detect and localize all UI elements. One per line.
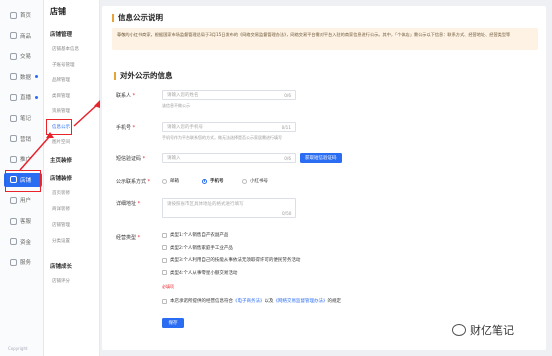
service-icon — [10, 217, 17, 225]
phone-input[interactable]: 请输入您的手机号 0/11 — [162, 122, 296, 132]
save-button[interactable]: 保存 — [162, 318, 184, 328]
menu-item[interactable]: 子账号管理 — [52, 62, 75, 68]
business-type-option[interactable]: 类型3:个人利用自己的技能从事依法无须取得许可的便民劳务活动 — [162, 257, 300, 263]
public-contact-option[interactable]: 邮箱 — [162, 178, 179, 184]
menu-item[interactable]: 店铺基本信息 — [52, 46, 79, 52]
contact-label: 联系人 * — [116, 93, 136, 99]
contact-hint: 该信息不做公示 — [162, 103, 190, 108]
copyright-text: Copyright — [8, 346, 28, 351]
agreement-row[interactable]: 本店承诺所提供的经营信息符合 《电子商务法》 以及 《网络交易监督管理办法》 的… — [162, 298, 341, 304]
address-textarea[interactable]: 请按照省市区具体地址的格式进行填写 — [162, 198, 296, 218]
agreement-checkbox[interactable] — [162, 298, 167, 304]
online-trade-rules-link[interactable]: 《网络交易监督管理办法》 — [274, 298, 328, 304]
order-icon — [10, 52, 17, 60]
notice-banner: 尊敬的小红书商家，根据国家市场监督管理总局于3月15日发布的《网络交易监督管理办… — [112, 28, 538, 50]
menu-group-store-management[interactable]: 店铺管理 — [50, 30, 72, 38]
settings-icon — [10, 258, 17, 266]
menu-item[interactable]: 商详装修 — [52, 206, 70, 212]
phone-label: 手机号 * — [116, 125, 136, 131]
business-type-error: 必填项 — [162, 284, 174, 289]
public-contact-label: 公示联系方式 * — [116, 179, 151, 185]
checkbox[interactable] — [162, 257, 167, 263]
store-icon — [10, 176, 17, 184]
menu-group-store-decoration[interactable]: 店铺装修 — [50, 174, 72, 182]
new-badge — [35, 75, 39, 79]
checkbox[interactable] — [162, 270, 167, 275]
nav-item-2[interactable]: 交易 — [4, 49, 42, 63]
menu-item[interactable]: 店铺评分 — [52, 278, 70, 284]
radio-button[interactable] — [162, 178, 167, 184]
nav-item-0[interactable]: 首页 — [4, 8, 42, 22]
business-type-option[interactable]: 类型2:个人销售家庭手工业产品 — [162, 245, 233, 251]
secondary-menu-title: 店铺 — [50, 7, 66, 16]
address-count: 0/50 — [282, 211, 292, 216]
annotation-arrows — [19, 100, 100, 171]
nav-item-1[interactable]: 商品 — [4, 29, 42, 43]
menu-item[interactable]: 首页装修 — [52, 190, 70, 196]
nav-item-11[interactable]: 资金 — [4, 235, 42, 249]
home-icon — [10, 11, 17, 19]
menu-item[interactable]: 店铺管理 — [52, 222, 70, 228]
public-contact-option[interactable]: 小红书号 — [242, 178, 268, 184]
secondary-menu: 店铺 店铺管理 店铺基本信息 子账号管理 品牌管理 类目管理 资质管理 信息公示 图片空间 … — [44, 0, 100, 356]
radio-button[interactable] — [242, 178, 247, 184]
goods-icon — [10, 32, 17, 40]
business-type-option[interactable]: 类型1:个人销售自产农副产品 — [162, 232, 228, 238]
menu-item[interactable]: 分类设置 — [52, 238, 70, 244]
nav-item-3[interactable]: 数据 — [4, 70, 42, 84]
primary-nav-rail: 首页 商品 交易 数据 直播 笔记 营销 推广 店铺 用户 客服 资金 服务 Copyright — [0, 0, 44, 356]
menu-item[interactable]: 品牌管理 — [52, 77, 70, 83]
sms-code-input[interactable]: 请输入 0/6 — [162, 153, 296, 163]
chart-icon — [10, 73, 17, 81]
wechat-icon — [452, 324, 466, 336]
checkbox[interactable] — [162, 245, 167, 250]
business-type-label: 经营类型 * — [116, 235, 141, 241]
nav-item-10[interactable]: 客服 — [4, 214, 42, 228]
nav-item-12[interactable]: 服务 — [4, 255, 42, 269]
watermark: 财亿笔记 — [452, 322, 514, 338]
phone-hint: 手机号作为平台联系您的方式，做无法选择是否公示家居需进行填写 — [162, 135, 282, 140]
main-panel: 信息公示说明 尊敬的小红书商家，根据国家市场监督管理总局于3月15日发布的《网络… — [102, 6, 546, 350]
nav-item-9[interactable]: 用户 — [4, 193, 42, 207]
radio-button[interactable] — [202, 178, 207, 184]
checkbox[interactable] — [162, 232, 167, 238]
sms-code-label: 短信验证码 * — [116, 156, 146, 162]
ecommerce-law-link[interactable]: 《电子商务法》 — [233, 298, 265, 304]
address-label: 详细地址 * — [116, 201, 141, 207]
wallet-icon — [10, 238, 17, 246]
public-contact-option[interactable]: 手机号 — [202, 178, 224, 184]
user-icon — [10, 196, 17, 204]
business-type-option[interactable]: 类型4:个人从事零星小额交易活动 — [162, 270, 237, 276]
contact-name-input[interactable]: 请输入您的姓名 0/6 — [162, 90, 296, 100]
notice-section-title: 信息公示说明 — [112, 14, 163, 22]
public-info-section-title: 对外公示的信息 — [114, 72, 173, 80]
menu-group-store-growth[interactable]: 店铺成长 — [50, 262, 72, 270]
nav-item-8[interactable]: 店铺 — [4, 172, 42, 187]
get-sms-code-button[interactable]: 获取短信验证码 — [300, 153, 342, 163]
